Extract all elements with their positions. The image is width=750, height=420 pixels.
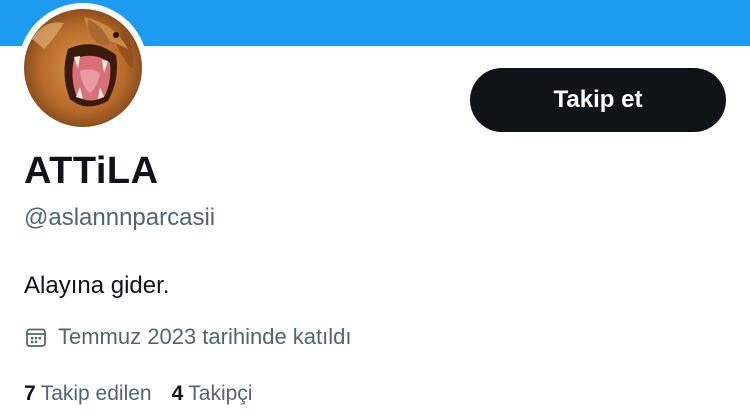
user-handle: @aslannnparcasii — [24, 204, 216, 231]
follow-button[interactable]: Takip et — [470, 68, 726, 132]
followers-count: 4 — [171, 382, 184, 405]
followers-link[interactable]: 4 Takipçi — [172, 382, 253, 406]
join-date-text: Temmuz 2023 tarihinde katıldı — [58, 324, 352, 349]
calendar-icon — [26, 328, 46, 347]
avatar[interactable] — [24, 9, 142, 127]
display-name: ATTiLA — [24, 150, 159, 192]
followers-label: Takipçi — [188, 382, 253, 405]
avatar-container[interactable] — [18, 3, 148, 133]
following-label: Takip edilen — [40, 382, 152, 405]
following-count: 7 — [24, 382, 36, 405]
follow-stats: 7 Takip edilen 4 Takipçi — [24, 382, 252, 406]
join-date: Temmuz 2023 tarihinde katıldı — [24, 324, 352, 350]
profile-bio: Alayına gider. — [24, 272, 170, 299]
following-link[interactable]: 7 Takip edilen — [24, 382, 152, 406]
